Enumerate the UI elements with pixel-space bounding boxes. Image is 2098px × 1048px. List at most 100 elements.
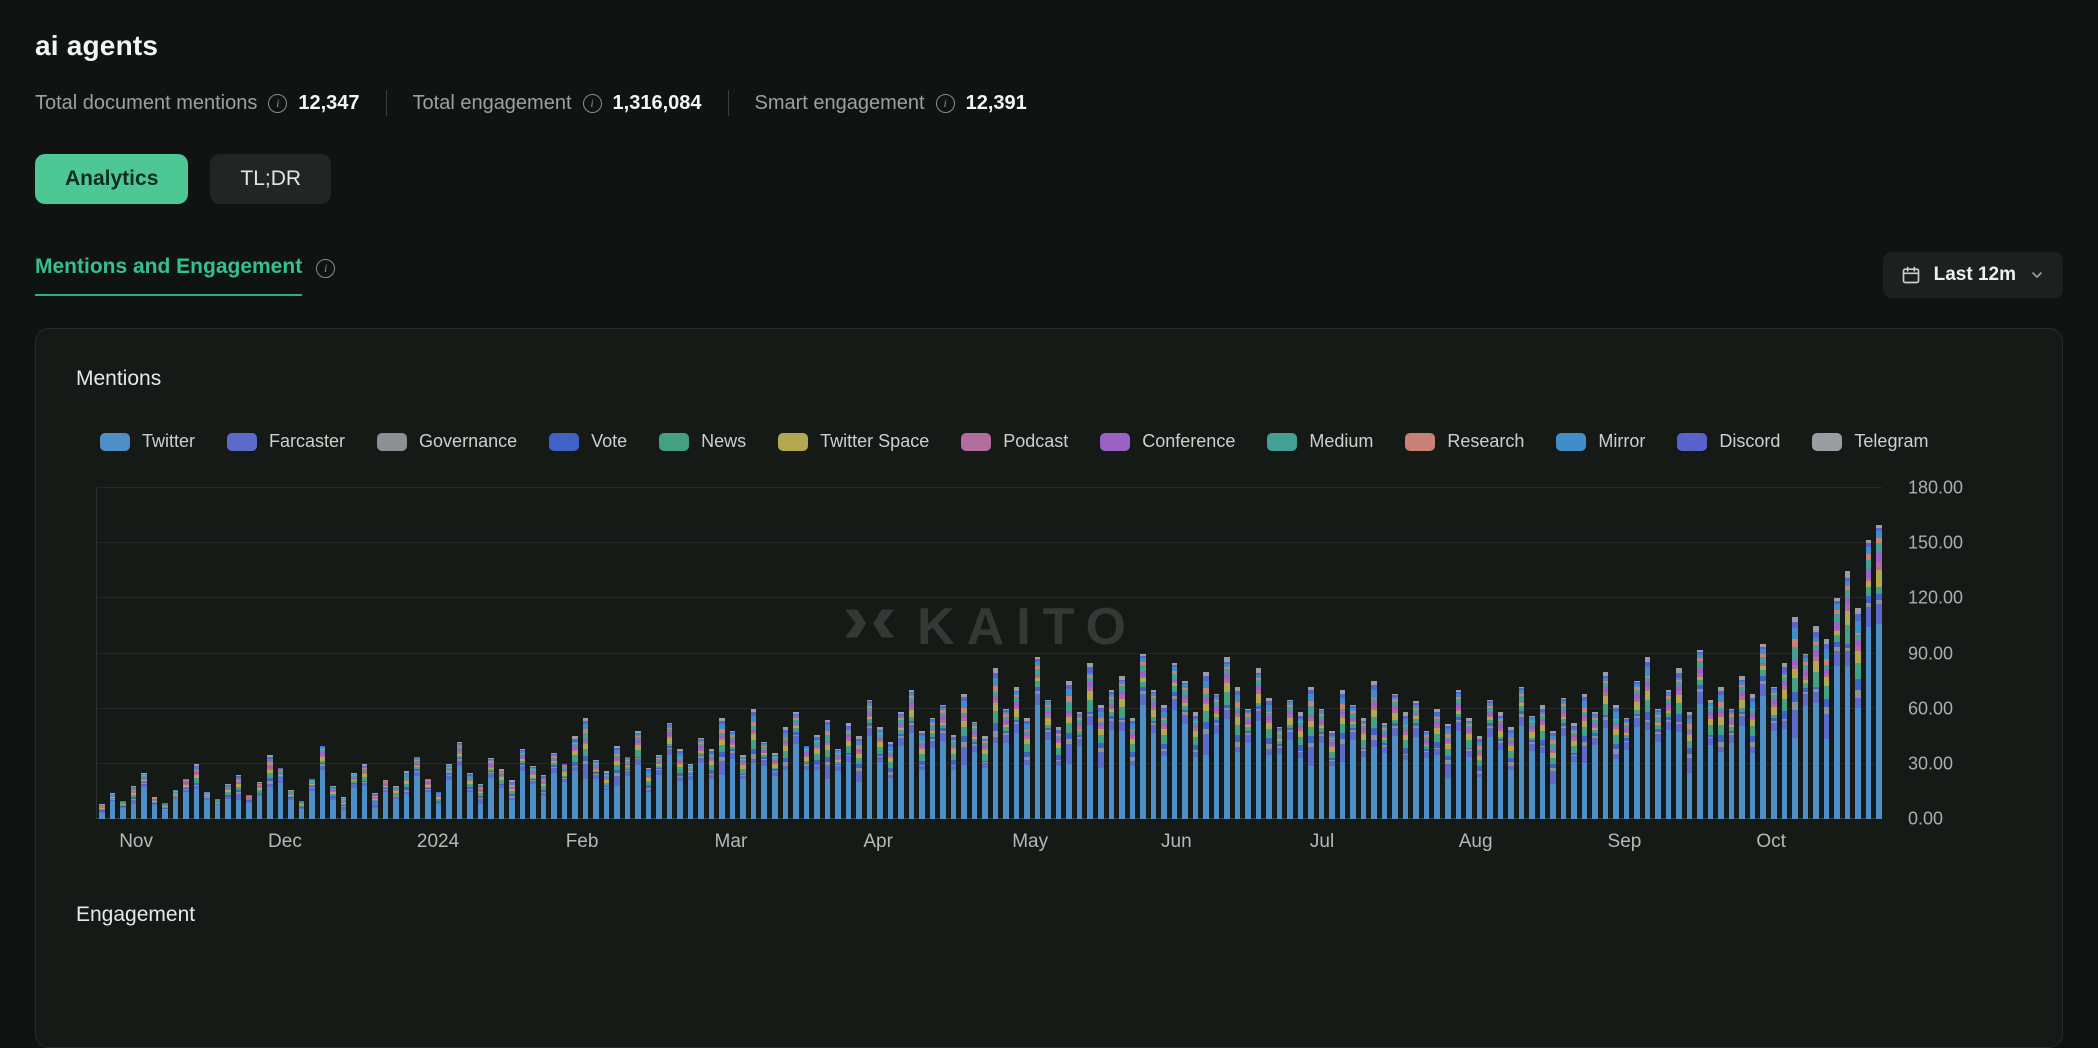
mention-bar[interactable] [1634,681,1640,819]
mention-bar[interactable] [982,736,988,819]
mention-bar[interactable] [1445,724,1451,820]
mention-bar[interactable] [835,749,841,819]
tab-tldr[interactable]: TL;DR [210,154,331,204]
mention-bar[interactable] [162,803,168,819]
mention-bar[interactable] [1876,525,1882,819]
mention-bar[interactable] [1308,687,1314,819]
legend-item-research[interactable]: Research [1405,431,1524,452]
mention-bar[interactable] [677,749,683,819]
mention-bar[interactable] [1172,663,1178,819]
mention-bar[interactable] [804,746,810,819]
mention-bar[interactable] [719,718,725,819]
mention-bar[interactable] [1508,727,1514,819]
mention-bar[interactable] [183,779,189,819]
mention-bar[interactable] [846,723,852,819]
mention-bar[interactable] [1182,681,1188,819]
mention-bar[interactable] [351,773,357,819]
legend-item-news[interactable]: News [659,431,746,452]
mention-bar[interactable] [1256,668,1262,819]
mention-bar[interactable] [1708,700,1714,819]
mention-bar[interactable] [1760,644,1766,819]
mention-bar[interactable] [1561,698,1567,819]
mention-bar[interactable] [499,769,505,819]
mention-bar[interactable] [898,712,904,819]
mention-bar[interactable] [1350,705,1356,819]
mention-bar[interactable] [1487,700,1493,819]
mention-bar[interactable] [1361,718,1367,819]
mention-bar[interactable] [120,801,126,819]
mention-bar[interactable] [299,801,305,819]
mention-bar[interactable] [1098,705,1104,819]
mention-bar[interactable] [1782,663,1788,819]
mention-bar[interactable] [1666,690,1672,819]
mention-bar[interactable] [1771,687,1777,819]
mention-bar[interactable] [215,799,221,819]
mention-bar[interactable] [1340,690,1346,819]
mention-bar[interactable] [1161,705,1167,819]
mention-bar[interactable] [1319,709,1325,819]
mention-bar[interactable] [772,753,778,819]
mention-bar[interactable] [467,773,473,819]
mention-bar[interactable] [393,786,399,819]
mention-bar[interactable] [888,742,894,819]
mention-bar[interactable] [383,780,389,819]
mention-bar[interactable] [1329,731,1335,819]
mention-bar[interactable] [1119,676,1125,819]
mention-bar[interactable] [1697,650,1703,819]
mention-bar[interactable] [1592,712,1598,819]
mention-bar[interactable] [1203,672,1209,819]
mention-bar[interactable] [225,784,231,819]
mention-bar[interactable] [1550,731,1556,819]
mention-bar[interactable] [1382,723,1388,819]
mention-bar[interactable] [1371,681,1377,819]
mention-bar[interactable] [320,746,326,819]
mention-bar[interactable] [309,779,315,819]
legend-item-twitter[interactable]: Twitter [100,431,195,452]
mention-bar[interactable] [583,718,589,819]
info-icon[interactable]: i [316,259,335,278]
mention-bar[interactable] [99,804,105,819]
mention-bar[interactable] [635,731,641,819]
mention-bar[interactable] [1603,672,1609,819]
mention-bar[interactable] [1582,694,1588,819]
mention-bar[interactable] [1498,712,1504,819]
legend-item-twitter-space[interactable]: Twitter Space [778,431,929,452]
mention-bar[interactable] [110,793,116,819]
mention-bar[interactable] [698,738,704,819]
mention-bar[interactable] [825,720,831,819]
mention-bar[interactable] [1813,626,1819,819]
mention-bar[interactable] [667,723,673,819]
mention-bar[interactable] [562,764,568,819]
mention-bar[interactable] [1824,639,1830,819]
legend-item-conference[interactable]: Conference [1100,431,1235,452]
info-icon[interactable]: i [936,94,955,113]
mention-bar[interactable] [246,795,252,819]
mention-bar[interactable] [1687,712,1693,819]
mention-bar[interactable] [1003,709,1009,819]
mention-bar[interactable] [1645,657,1651,819]
mention-bar[interactable] [488,758,494,819]
mention-bar[interactable] [1434,709,1440,819]
mention-bar[interactable] [972,722,978,819]
mention-bar[interactable] [1718,687,1724,819]
info-icon[interactable]: i [583,94,602,113]
mention-bar[interactable] [877,727,883,819]
mention-bar[interactable] [131,786,137,819]
mention-bar[interactable] [1403,712,1409,819]
legend-item-governance[interactable]: Governance [377,431,517,452]
legend-item-podcast[interactable]: Podcast [961,431,1068,452]
mention-bar[interactable] [919,731,925,819]
mention-bar[interactable] [688,764,694,819]
legend-item-medium[interactable]: Medium [1267,431,1373,452]
mention-bar[interactable] [204,792,210,819]
mention-bar[interactable] [541,775,547,819]
mention-bar[interactable] [1077,712,1083,819]
mention-bar[interactable] [404,771,410,819]
mention-bar[interactable] [330,786,336,819]
mention-bar[interactable] [1392,694,1398,819]
mention-bar[interactable] [614,746,620,819]
mention-bar[interactable] [1045,700,1051,819]
mention-bar[interactable] [1540,705,1546,819]
mention-bar[interactable] [1109,690,1115,819]
mention-bar[interactable] [1739,676,1745,819]
